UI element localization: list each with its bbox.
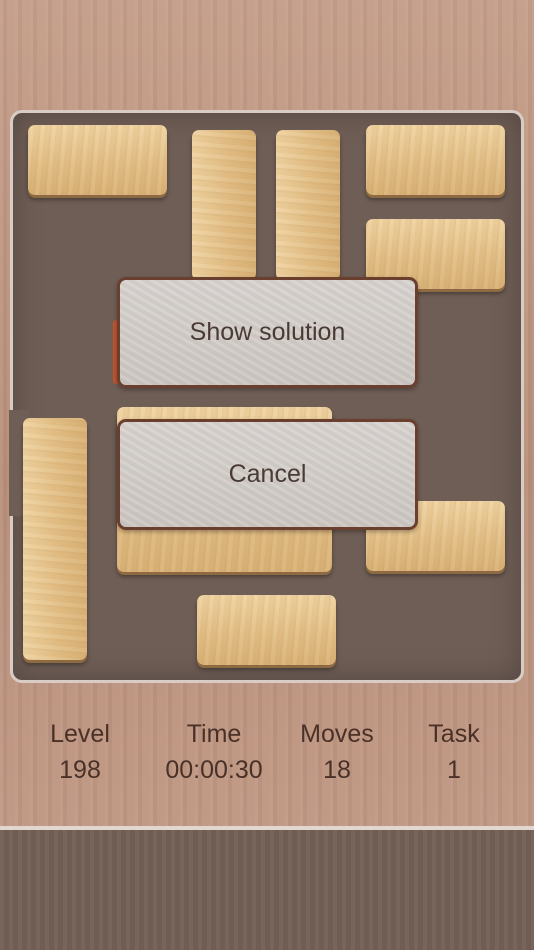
wood-block[interactable] xyxy=(28,125,167,195)
task-label: Task xyxy=(428,720,480,748)
time-label: Time xyxy=(186,720,242,748)
wood-block[interactable] xyxy=(192,130,256,280)
bottom-panel xyxy=(0,830,534,950)
show-solution-label: Show solution xyxy=(189,318,346,346)
cancel-button[interactable]: Cancel xyxy=(117,419,418,530)
wood-block[interactable] xyxy=(197,595,336,665)
wood-block[interactable] xyxy=(23,418,87,660)
wood-block[interactable] xyxy=(276,130,340,280)
cancel-label: Cancel xyxy=(228,460,307,488)
wood-block[interactable] xyxy=(366,125,505,195)
time-value: 00:00:30 xyxy=(165,756,263,784)
stats-bar: Level 198 Time 00:00:30 Moves 18 Task 1 xyxy=(0,716,534,796)
level-stat: Level 198 xyxy=(10,716,150,788)
level-label: Level xyxy=(50,720,110,748)
level-value: 198 xyxy=(59,756,101,784)
time-stat: Time 00:00:30 xyxy=(144,716,284,788)
show-solution-button[interactable]: Show solution xyxy=(117,277,418,388)
task-stat: Task 1 xyxy=(384,716,524,788)
task-value: 1 xyxy=(447,756,461,784)
